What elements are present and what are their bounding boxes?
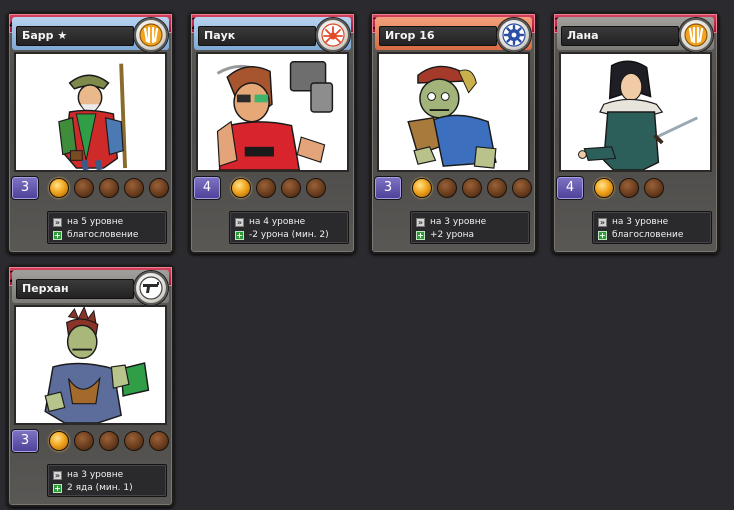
brown-pill-icon[interactable]	[74, 178, 94, 198]
card-header: Паук	[194, 17, 351, 52]
plus-icon: +	[235, 231, 244, 240]
power-value: 4	[193, 176, 221, 200]
character-card[interactable]: Лана 4 2 »на 3 уровне +благословение	[552, 12, 719, 254]
bonus-effect: 2 яда (мин. 1)	[67, 483, 133, 493]
clan-pistol-icon[interactable]	[134, 271, 168, 305]
brown-pill-icon[interactable]	[74, 431, 94, 451]
character-card[interactable]: Паук 4 2 »на 4 уровне +-2 урона (мин. 2	[189, 12, 356, 254]
character-portrait	[14, 52, 167, 172]
character-card[interactable]: Барр ★ 3 4 »на 5 уровне +благословение	[7, 12, 174, 254]
clan-spider-icon[interactable]	[316, 18, 350, 52]
gold-pill-icon[interactable]	[594, 178, 614, 198]
level-arrow-icon: »	[598, 218, 607, 227]
bonus-condition-line: » на 3 уровне	[416, 216, 486, 228]
bonus-condition: на 3 уровне	[612, 217, 669, 227]
bonus-effect: +2 урона	[430, 230, 475, 240]
gold-pill-icon[interactable]	[412, 178, 432, 198]
brown-pill-icon[interactable]	[99, 431, 119, 451]
bonus-condition-line: » на 4 уровне	[235, 216, 305, 228]
brown-pill-icon[interactable]	[487, 178, 507, 198]
bonus-panel: » на 5 уровне + благословение	[47, 211, 167, 244]
bonus-effect-line: + благословение	[598, 229, 683, 241]
level-arrow-icon: »	[53, 471, 62, 480]
clan-monks-icon[interactable]	[679, 18, 713, 52]
bonus-effect-line: +2 яда (мин. 1)	[53, 482, 133, 494]
clan-monks-icon[interactable]	[134, 18, 168, 52]
brown-pill-icon[interactable]	[512, 178, 532, 198]
brown-pill-icon[interactable]	[124, 431, 144, 451]
power-value: 4	[556, 176, 584, 200]
brown-pill-icon[interactable]	[306, 178, 326, 198]
brown-pill-icon[interactable]	[281, 178, 301, 198]
bonus-condition: на 5 уровне	[67, 217, 124, 227]
brown-pill-icon[interactable]	[149, 178, 169, 198]
card-header: Барр ★	[12, 17, 169, 52]
brown-pill-icon[interactable]	[256, 178, 276, 198]
gold-pill-icon[interactable]	[231, 178, 251, 198]
bonus-effect-line: + +2 урона	[416, 229, 474, 241]
bonus-condition-line: » на 3 уровне	[598, 216, 668, 228]
bonus-effect-line: + благословение	[53, 229, 138, 241]
card-header: Игор 16	[375, 17, 532, 52]
bonus-effect-line: + -2 урона (мин. 2)	[235, 229, 329, 241]
character-card[interactable]: Игор 16 3 3 »на 3 уровне ++2 урона	[370, 12, 537, 254]
bonus-condition: на 3 уровне	[430, 217, 487, 227]
bonus-panel: » на 4 уровне + -2 урона (мин. 2)	[229, 211, 349, 244]
bonus-condition-line: » на 5 уровне	[53, 216, 123, 228]
level-arrow-icon: »	[235, 218, 244, 227]
bonus-effect: благословение	[612, 230, 684, 240]
character-name: Барр ★	[16, 26, 134, 46]
character-portrait	[14, 305, 167, 425]
bonus-panel: » на 3 уровне +2 яда (мин. 1)	[47, 464, 167, 497]
plus-icon: +	[53, 484, 62, 493]
plus-icon: +	[53, 231, 62, 240]
character-portrait	[559, 52, 712, 172]
character-name: Паук	[198, 26, 316, 46]
character-name: Лана	[561, 26, 679, 46]
character-card[interactable]: Перхан 3 2 »на 3 уровне +2 яда (мин. 1)	[7, 265, 174, 507]
character-name: Игор 16	[379, 26, 497, 46]
plus-icon: +	[598, 231, 607, 240]
power-value: 3	[11, 429, 39, 453]
clan-gear-icon[interactable]	[497, 18, 531, 52]
bonus-effect: благословение	[67, 230, 139, 240]
level-arrow-icon: »	[416, 218, 425, 227]
gold-pill-icon[interactable]	[49, 431, 69, 451]
brown-pill-icon[interactable]	[644, 178, 664, 198]
brown-pill-icon[interactable]	[124, 178, 144, 198]
brown-pill-icon[interactable]	[149, 431, 169, 451]
gold-pill-icon[interactable]	[49, 178, 69, 198]
brown-pill-icon[interactable]	[99, 178, 119, 198]
bonus-condition: на 3 уровне	[67, 470, 124, 480]
power-value: 3	[11, 176, 39, 200]
bonus-condition: на 4 уровне	[249, 217, 306, 227]
card-header: Лана	[557, 17, 714, 52]
bonus-panel: » на 3 уровне + благословение	[592, 211, 712, 244]
bonus-condition-line: » на 3 уровне	[53, 469, 123, 481]
brown-pill-icon[interactable]	[619, 178, 639, 198]
plus-icon: +	[416, 231, 425, 240]
brown-pill-icon[interactable]	[462, 178, 482, 198]
character-name: Перхан	[16, 279, 134, 299]
card-header: Перхан	[12, 270, 169, 305]
bonus-panel: » на 3 уровне + +2 урона	[410, 211, 530, 244]
level-arrow-icon: »	[53, 218, 62, 227]
character-portrait	[377, 52, 530, 172]
brown-pill-icon[interactable]	[437, 178, 457, 198]
power-value: 3	[374, 176, 402, 200]
character-portrait	[196, 52, 349, 172]
bonus-effect: -2 урона (мин. 2)	[249, 230, 329, 240]
